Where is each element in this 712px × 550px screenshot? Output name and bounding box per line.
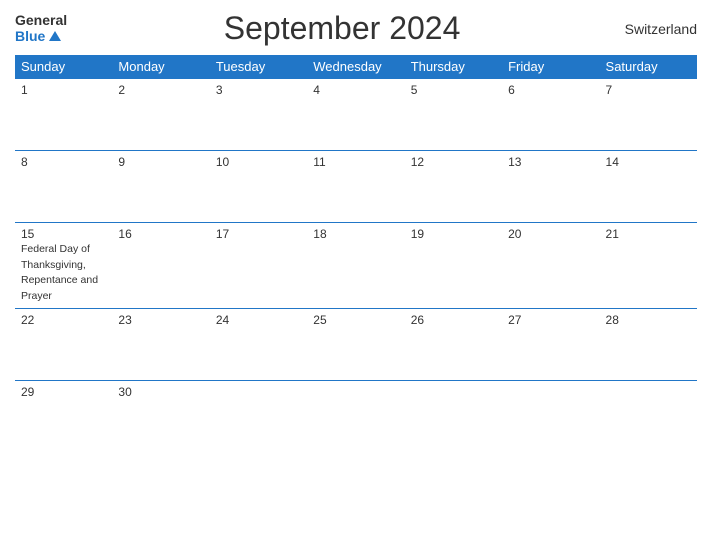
calendar-cell: 15 Federal Day of Thanksgiving, Repentanc…	[15, 223, 112, 309]
logo-general-text: General	[15, 13, 67, 28]
calendar-cell: 10	[210, 151, 307, 223]
day-number: 23	[118, 313, 203, 327]
calendar-cell: 30	[112, 380, 209, 452]
week-row-2: 89 10 11 12 13 14	[15, 151, 697, 223]
day-number: 21	[606, 227, 691, 241]
day-number: 30	[118, 385, 203, 399]
week-row-5: 29 30	[15, 380, 697, 452]
calendar-cell: 6	[502, 79, 599, 151]
day-number: 9	[118, 155, 203, 169]
day-number: 2	[118, 83, 203, 97]
day-number: 13	[508, 155, 593, 169]
calendar-cell: 5	[405, 79, 502, 151]
week-row-3: 15 Federal Day of Thanksgiving, Repentanc…	[15, 223, 697, 309]
weekday-header-friday: Friday	[502, 55, 599, 79]
day-number: 12	[411, 155, 496, 169]
logo: General Blue	[15, 13, 67, 44]
day-number: 18	[313, 227, 398, 241]
day-number: 28	[606, 313, 691, 327]
day-number: 7	[606, 83, 691, 97]
weekday-header-thursday: Thursday	[405, 55, 502, 79]
day-number: 10	[216, 155, 301, 169]
calendar-cell: 9	[112, 151, 209, 223]
calendar-cell: 1	[15, 79, 112, 151]
day-number: 26	[411, 313, 496, 327]
calendar-cell: 8	[15, 151, 112, 223]
calendar-cell: 26	[405, 308, 502, 380]
week-row-4: 22 23 24 25 26 27 28	[15, 308, 697, 380]
calendar-cell	[600, 380, 697, 452]
calendar-title: September 2024	[67, 10, 617, 47]
day-number: 25	[313, 313, 398, 327]
weekday-header-tuesday: Tuesday	[210, 55, 307, 79]
weekday-header-row: SundayMondayTuesdayWednesdayThursdayFrid…	[15, 55, 697, 79]
calendar-cell: 16	[112, 223, 209, 309]
week-row-1: 1234567	[15, 79, 697, 151]
calendar-country: Switzerland	[617, 21, 697, 37]
calendar-cell: 2	[112, 79, 209, 151]
calendar-cell: 19	[405, 223, 502, 309]
day-number: 8	[21, 155, 106, 169]
calendar-container: General Blue September 2024 Switzerland …	[0, 0, 712, 550]
weekday-header-wednesday: Wednesday	[307, 55, 404, 79]
day-number: 22	[21, 313, 106, 327]
calendar-cell: 27	[502, 308, 599, 380]
day-number: 16	[118, 227, 203, 241]
day-number: 6	[508, 83, 593, 97]
day-number: 24	[216, 313, 301, 327]
logo-triangle-icon	[49, 31, 61, 41]
day-number: 27	[508, 313, 593, 327]
calendar-table: SundayMondayTuesdayWednesdayThursdayFrid…	[15, 55, 697, 452]
calendar-cell: 12	[405, 151, 502, 223]
calendar-cell: 4	[307, 79, 404, 151]
day-number: 19	[411, 227, 496, 241]
calendar-cell: 22	[15, 308, 112, 380]
day-number: 3	[216, 83, 301, 97]
calendar-header: General Blue September 2024 Switzerland	[15, 10, 697, 47]
calendar-event: Federal Day of Thanksgiving, Repentance …	[21, 243, 98, 302]
calendar-cell: 18	[307, 223, 404, 309]
weekday-header-sunday: Sunday	[15, 55, 112, 79]
day-number: 17	[216, 227, 301, 241]
calendar-cell: 25	[307, 308, 404, 380]
day-number: 5	[411, 83, 496, 97]
logo-blue-text: Blue	[15, 29, 61, 44]
calendar-cell: 7	[600, 79, 697, 151]
calendar-cell: 23	[112, 308, 209, 380]
weekday-header-monday: Monday	[112, 55, 209, 79]
calendar-cell: 20	[502, 223, 599, 309]
day-number: 11	[313, 155, 398, 169]
calendar-cell	[210, 380, 307, 452]
calendar-cell	[405, 380, 502, 452]
day-number: 4	[313, 83, 398, 97]
calendar-cell: 29	[15, 380, 112, 452]
calendar-cell: 11	[307, 151, 404, 223]
calendar-cell: 17	[210, 223, 307, 309]
day-number: 14	[606, 155, 691, 169]
calendar-cell: 21	[600, 223, 697, 309]
day-number: 20	[508, 227, 593, 241]
calendar-cell: 13	[502, 151, 599, 223]
weekday-header-saturday: Saturday	[600, 55, 697, 79]
calendar-cell: 28	[600, 308, 697, 380]
day-number: 29	[21, 385, 106, 399]
calendar-cell: 24	[210, 308, 307, 380]
calendar-cell: 14	[600, 151, 697, 223]
day-number: 1	[21, 83, 106, 97]
calendar-cell: 3	[210, 79, 307, 151]
calendar-cell	[502, 380, 599, 452]
calendar-cell	[307, 380, 404, 452]
day-number: 15	[21, 227, 106, 241]
